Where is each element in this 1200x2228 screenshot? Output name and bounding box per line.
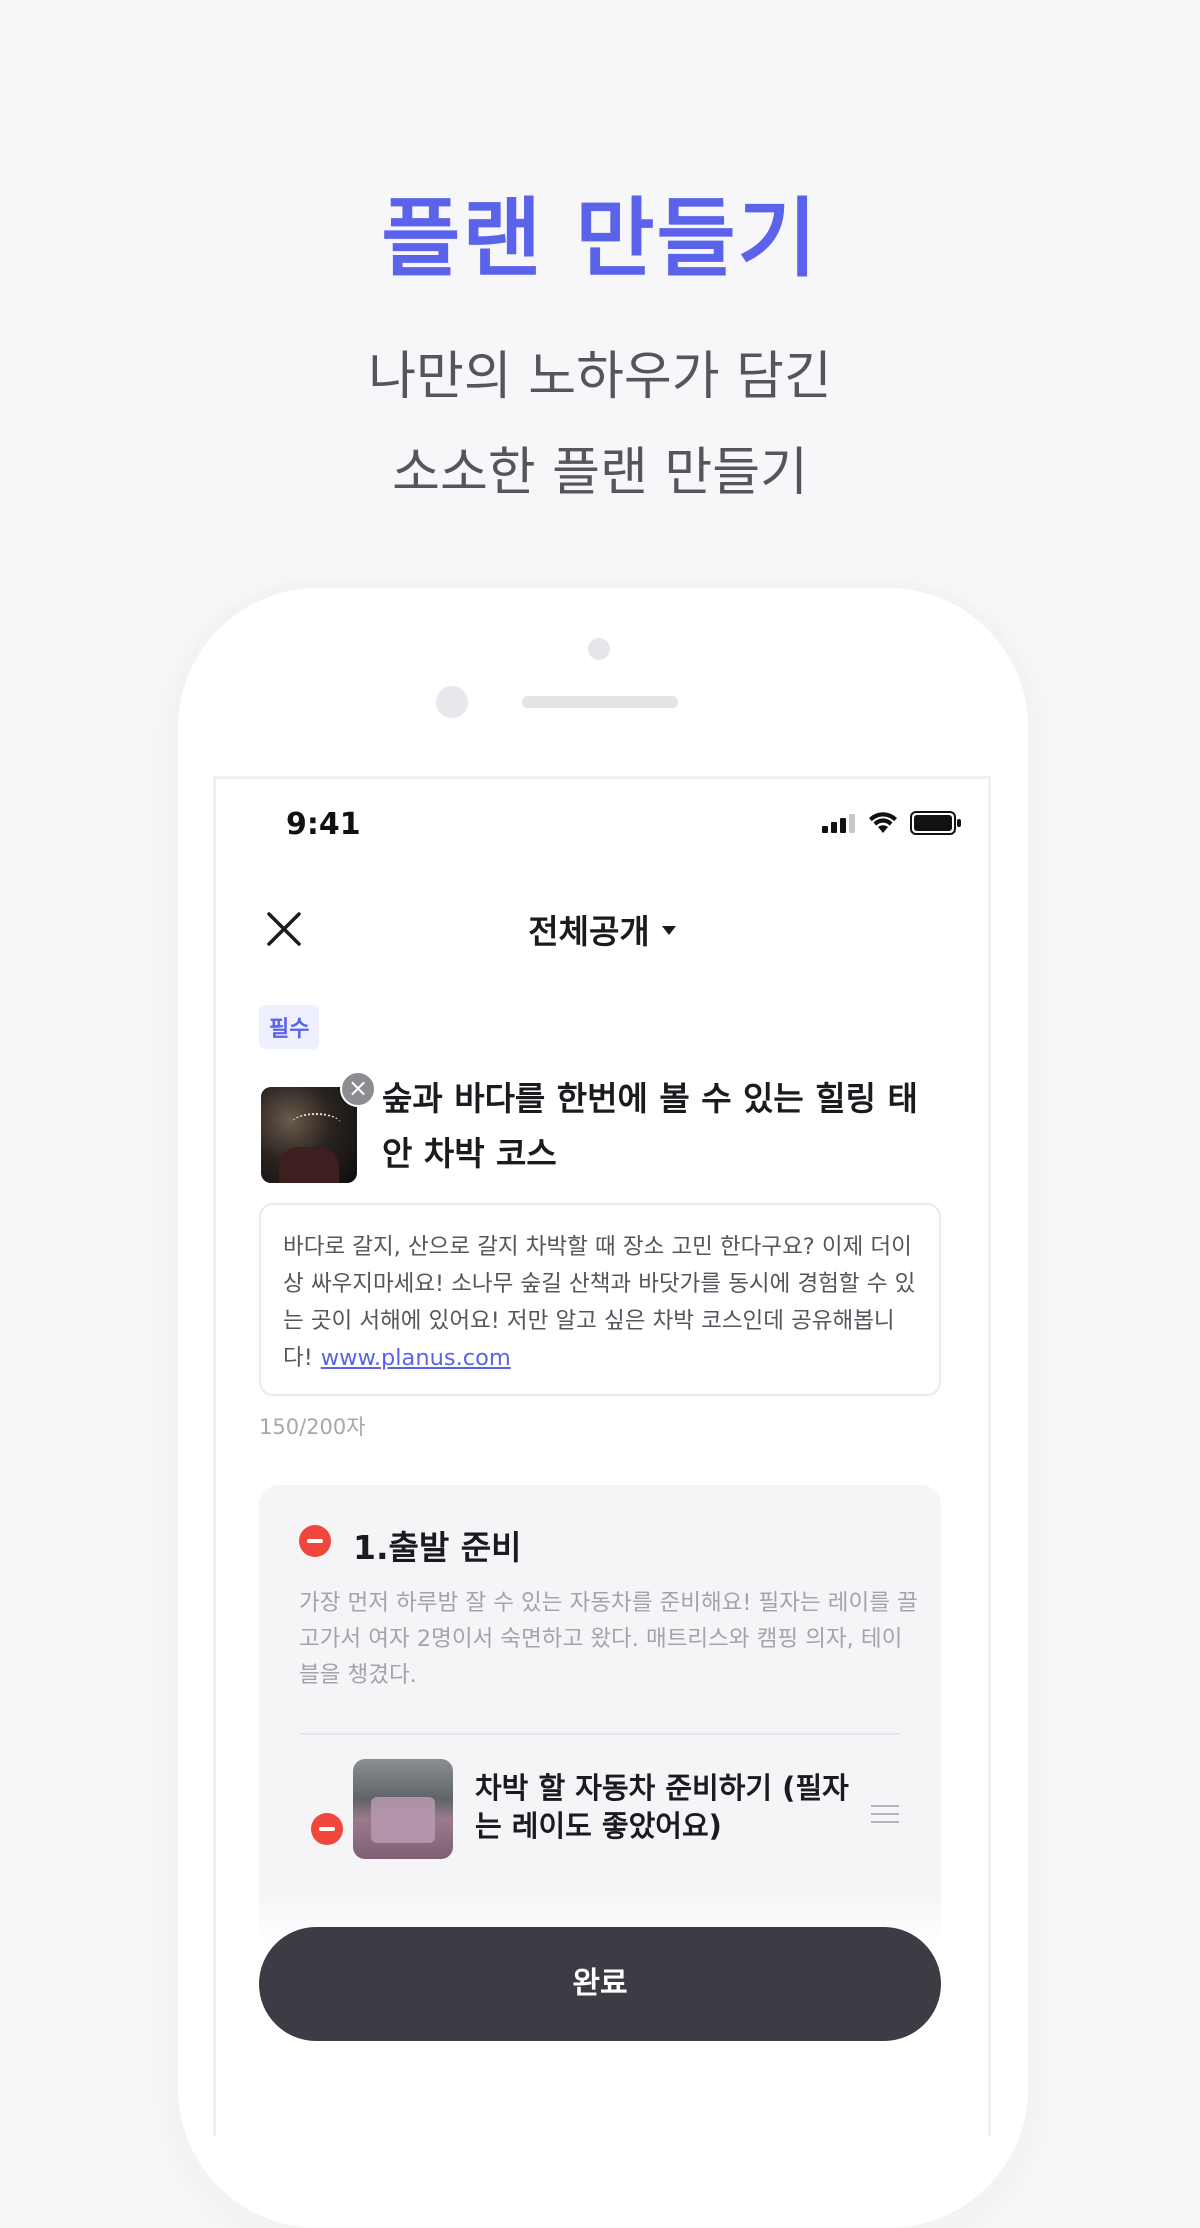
cover-image[interactable]	[261, 1087, 357, 1183]
section-title[interactable]: 1.출발 준비	[353, 1521, 521, 1569]
caret-down-icon	[661, 926, 676, 935]
sensor	[436, 686, 468, 718]
visibility-selector[interactable]: 전체공개	[216, 905, 988, 953]
status-icons	[822, 811, 962, 835]
section-description[interactable]: 가장 먼저 하루밤 잘 수 있는 자동차를 준비해요! 필자는 레이를 끌고가서…	[299, 1585, 919, 1693]
char-counter: 150/200자	[259, 1415, 366, 1439]
promo-headline: 플랜 만들기	[381, 189, 819, 289]
string-lights	[291, 1113, 341, 1135]
delete-section-icon[interactable]	[299, 1525, 331, 1557]
section-card: 1.출발 준비 가장 먼저 하루밤 잘 수 있는 자동차를 준비해요! 필자는 …	[259, 1485, 941, 1945]
wifi-icon	[869, 812, 897, 833]
plan-title[interactable]: 숲과 바다를 한번에 볼 수 있는 힐링 태안 차박 코스	[382, 1071, 942, 1181]
status-time: 9:41	[286, 807, 361, 842]
item-title[interactable]: 차박 할 자동차 준비하기 (필자는 레이도 좋았어요)	[475, 1769, 855, 1845]
promo-subtitle-line-1: 나만의 노하우가 담긴	[368, 347, 832, 407]
delete-item-icon[interactable]	[311, 1813, 343, 1845]
description-link[interactable]: www.planus.com	[321, 1345, 511, 1371]
front-camera	[588, 638, 610, 660]
remove-cover-icon[interactable]: ×	[340, 1071, 376, 1107]
promo-subtitle-line-2: 소소한 플랜 만들기	[392, 443, 808, 503]
description-field[interactable]: 바다로 갈지, 산으로 갈지 차박할 때 장소 고민 한다구요? 이제 더이상 …	[259, 1203, 941, 1396]
item-thumbnail[interactable]	[353, 1759, 453, 1859]
drag-handle-icon[interactable]	[871, 1805, 899, 1825]
folded-blanket	[371, 1797, 435, 1843]
battery-icon	[910, 811, 961, 835]
earpiece-speaker	[522, 696, 678, 708]
car-seat	[279, 1147, 339, 1183]
visibility-label: 전체공개	[528, 912, 650, 951]
done-button[interactable]: 완료	[259, 1927, 941, 2041]
required-badge: 필수	[259, 1005, 320, 1049]
phone-screen: 9:41 전체공개 필수 × 숲과 바다를 한번에 볼 수 있는 힐링 태안 차…	[213, 776, 991, 2136]
signal-icon	[822, 814, 855, 833]
section-divider	[299, 1733, 901, 1735]
